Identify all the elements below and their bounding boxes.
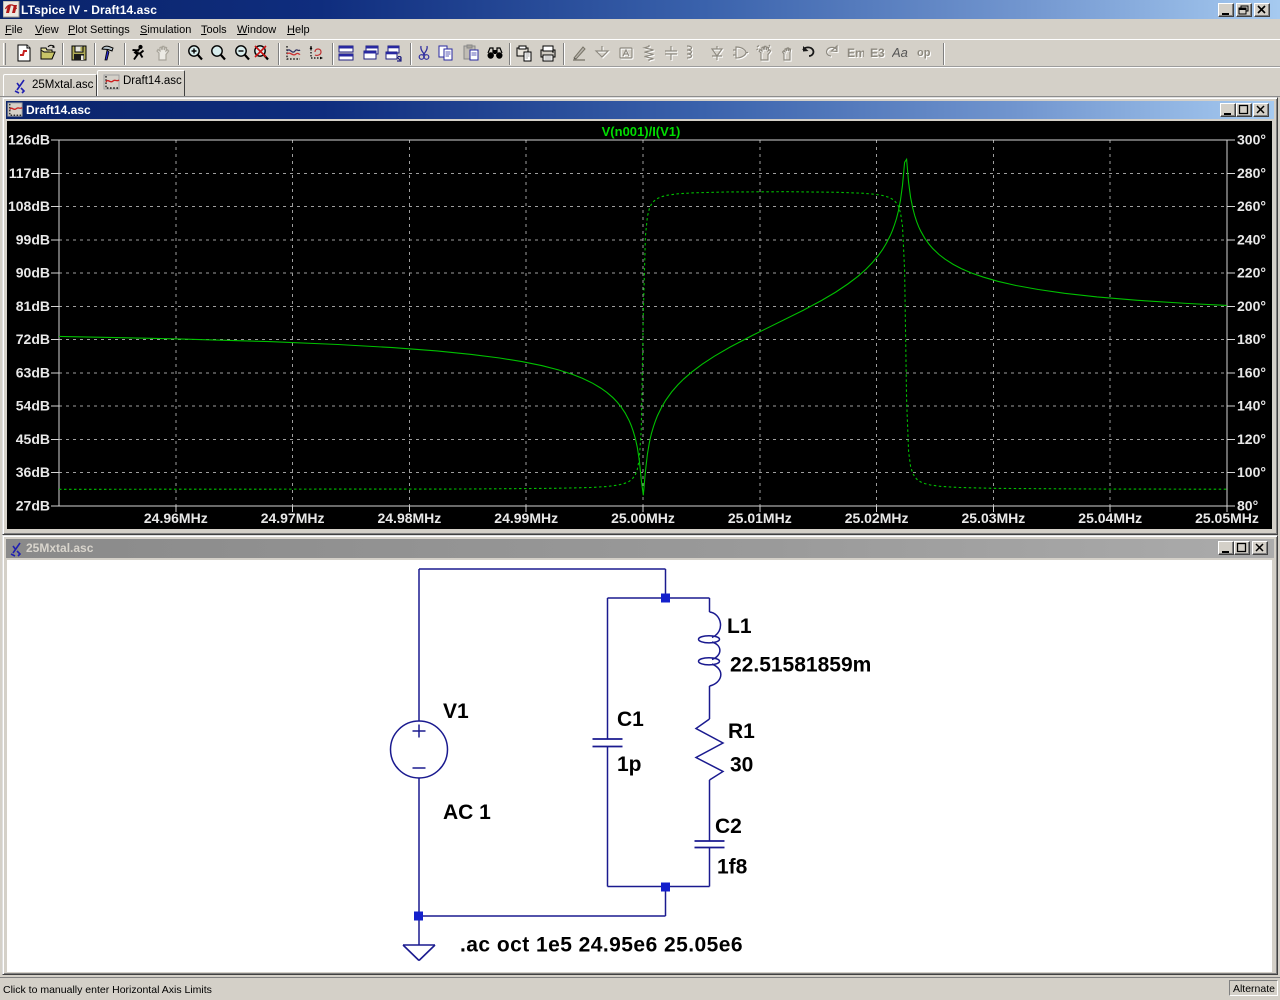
svg-text:45dB: 45dB <box>16 431 50 447</box>
svg-text:30: 30 <box>730 754 753 777</box>
svg-text:100°: 100° <box>1237 464 1266 480</box>
svg-text:25.04MHz: 25.04MHz <box>1078 510 1142 526</box>
svg-text:AC 1: AC 1 <box>443 801 491 824</box>
svg-text:126dB: 126dB <box>8 132 50 148</box>
svg-text:Em: Em <box>847 46 864 60</box>
svg-text:1f8: 1f8 <box>717 856 748 879</box>
svg-text:25.02MHz: 25.02MHz <box>845 510 909 526</box>
svg-text:25.00MHz: 25.00MHz <box>611 510 675 526</box>
svg-text:220°: 220° <box>1237 265 1266 281</box>
svg-text:L1: L1 <box>727 615 752 638</box>
svg-text:Aa: Aa <box>892 45 908 60</box>
svg-text:200°: 200° <box>1237 298 1266 314</box>
svg-text:108dB: 108dB <box>8 198 50 214</box>
svg-text:180°: 180° <box>1237 331 1266 347</box>
svg-text:24.98MHz: 24.98MHz <box>377 510 441 526</box>
svg-text:24.96MHz: 24.96MHz <box>144 510 208 526</box>
svg-text:25.01MHz: 25.01MHz <box>728 510 792 526</box>
svg-text:140°: 140° <box>1237 398 1266 414</box>
svg-text:160°: 160° <box>1237 364 1266 380</box>
svg-text:22.51581859m: 22.51581859m <box>730 654 871 677</box>
svg-text:36dB: 36dB <box>16 464 50 480</box>
svg-text:99dB: 99dB <box>16 231 50 247</box>
svg-text:C2: C2 <box>715 815 742 838</box>
svg-text:25.03MHz: 25.03MHz <box>961 510 1025 526</box>
svg-text:1p: 1p <box>617 753 642 776</box>
svg-text:op: op <box>917 47 931 59</box>
svg-text:81dB: 81dB <box>16 298 50 314</box>
svg-text:25.05MHz: 25.05MHz <box>1195 510 1259 526</box>
svg-text:260°: 260° <box>1237 198 1266 214</box>
svg-text:24.97MHz: 24.97MHz <box>261 510 325 526</box>
svg-text:240°: 240° <box>1237 231 1266 247</box>
svg-text:R1: R1 <box>728 720 755 743</box>
svg-text:54dB: 54dB <box>16 398 50 414</box>
svg-text:90dB: 90dB <box>16 265 50 281</box>
svg-text:.ac oct 1e5 24.95e6 25.05e6: .ac oct 1e5 24.95e6 25.05e6 <box>460 934 743 957</box>
svg-text:V1: V1 <box>443 700 469 723</box>
svg-text:63dB: 63dB <box>16 364 50 380</box>
svg-text:120°: 120° <box>1237 431 1266 447</box>
svg-text:24.99MHz: 24.99MHz <box>494 510 558 526</box>
svg-text:300°: 300° <box>1237 132 1266 148</box>
svg-text:72dB: 72dB <box>16 331 50 347</box>
svg-text:280°: 280° <box>1237 165 1266 181</box>
svg-text:117dB: 117dB <box>9 165 50 181</box>
svg-text:C1: C1 <box>617 708 644 731</box>
svg-text:V(n001)/I(V1): V(n001)/I(V1) <box>602 124 681 139</box>
svg-text:E3: E3 <box>870 46 885 60</box>
svg-text:27dB: 27dB <box>16 498 50 514</box>
